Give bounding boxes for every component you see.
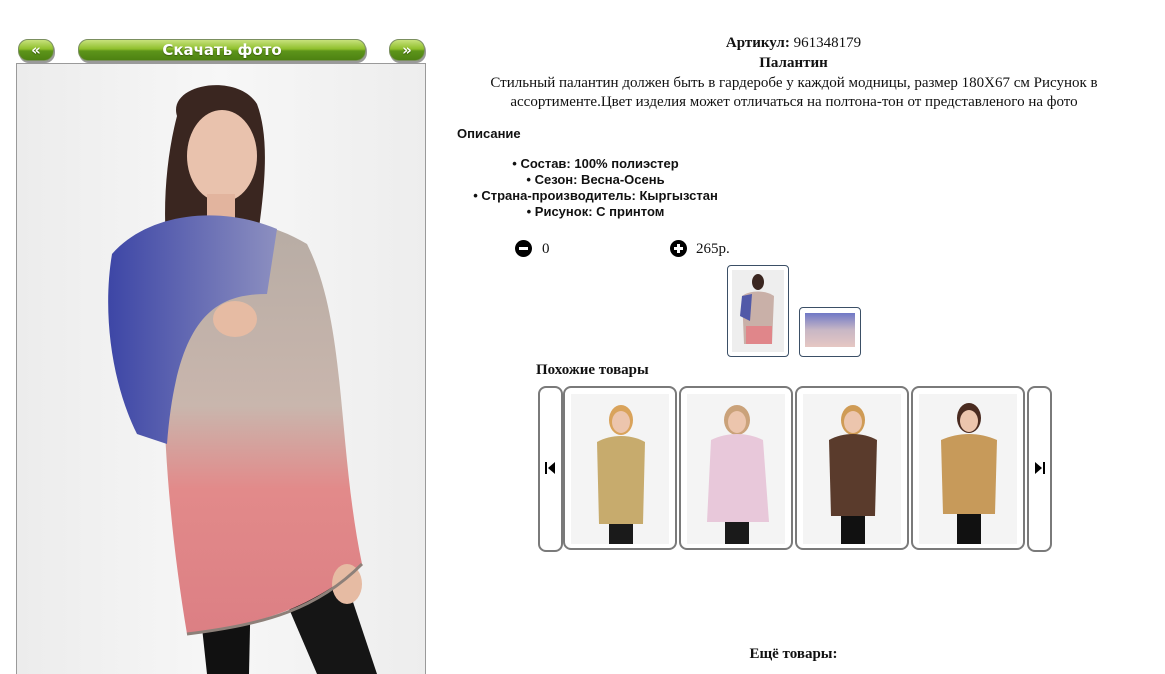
sku-label: Артикул: bbox=[725, 35, 790, 51]
product-properties: • Состав: 100% полиэстер • Сезон: Весна-… bbox=[458, 156, 733, 220]
carousel-prev-button[interactable] bbox=[538, 386, 563, 552]
more-products-heading: Ещё товары: bbox=[749, 646, 838, 662]
carousel-next-button[interactable] bbox=[1027, 386, 1052, 552]
product-image bbox=[687, 394, 785, 544]
sku-value: 961348179 bbox=[793, 35, 862, 51]
description-heading: Описание bbox=[457, 126, 521, 141]
skip-last-icon bbox=[1035, 462, 1045, 474]
photo-thumbnail[interactable] bbox=[799, 307, 861, 357]
property-item: • Страна-производитель: Кыргызстан bbox=[473, 188, 718, 203]
product-image bbox=[571, 394, 669, 544]
property-item: • Состав: 100% полиэстер bbox=[512, 156, 679, 171]
product-description: Стильный палантин должен быть в гардероб… bbox=[490, 75, 1098, 110]
property-item: • Сезон: Весна-Осень bbox=[526, 172, 665, 187]
similar-products-heading: Похожие товары bbox=[536, 362, 649, 378]
similar-product-card[interactable] bbox=[911, 386, 1025, 550]
next-photo-button[interactable]: » bbox=[389, 39, 425, 61]
price-value: 265р. bbox=[696, 241, 730, 257]
plus-circle-icon[interactable] bbox=[670, 240, 687, 257]
minus-circle-icon[interactable] bbox=[515, 240, 532, 257]
download-photo-button[interactable]: Скачать фото bbox=[78, 39, 366, 61]
photo-thumbnail[interactable] bbox=[727, 265, 789, 357]
skip-first-icon bbox=[545, 462, 555, 474]
product-image bbox=[919, 394, 1017, 544]
product-sku: Артикул: 961348179 bbox=[430, 35, 1157, 52]
similar-product-card[interactable] bbox=[795, 386, 909, 550]
property-item: • Рисунок: С принтом bbox=[526, 204, 665, 219]
main-product-photo bbox=[16, 63, 426, 674]
similar-product-card[interactable] bbox=[679, 386, 793, 550]
similar-product-card[interactable] bbox=[563, 386, 677, 550]
quantity-value: 0 bbox=[542, 241, 550, 257]
product-image bbox=[803, 394, 901, 544]
prev-photo-button[interactable]: « bbox=[18, 39, 54, 61]
product-name: Палантин bbox=[759, 55, 828, 71]
